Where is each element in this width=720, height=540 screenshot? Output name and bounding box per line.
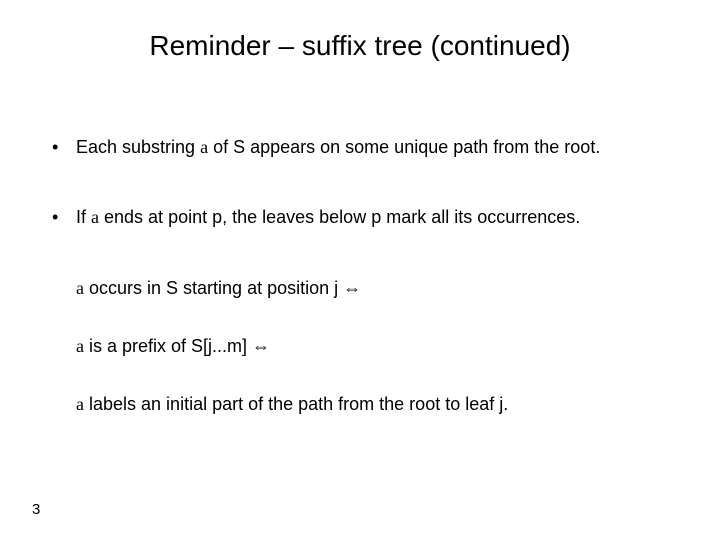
page-number: 3 <box>32 501 40 518</box>
bullet-2-part-b: ends at point p, the leaves below p mark… <box>99 207 580 227</box>
indent-2-text: is a prefix of S[j...m] <box>84 336 252 356</box>
alpha-icon: a <box>76 394 84 414</box>
indent-3-text: labels an initial part of the path from … <box>84 394 508 414</box>
alpha-icon: a <box>76 278 84 298</box>
bullet-dot-icon: • <box>52 135 76 159</box>
alpha-icon: a <box>91 207 99 227</box>
slide: Reminder – suffix tree (continued) • Eac… <box>0 0 720 540</box>
indent-block: a occurs in S starting at position j ⇔ a… <box>52 276 680 417</box>
bullet-2-text: If a ends at point p, the leaves below p… <box>76 205 580 229</box>
indent-line-3: a labels an initial part of the path fro… <box>76 392 680 416</box>
indent-1-text: occurs in S starting at position j <box>84 278 343 298</box>
iff-icon: ⇔ <box>252 336 270 356</box>
bullet-dot-icon: • <box>52 205 76 229</box>
alpha-icon: a <box>200 137 208 157</box>
bullet-2: • If a ends at point p, the leaves below… <box>52 205 680 229</box>
slide-title: Reminder – suffix tree (continued) <box>0 30 720 62</box>
iff-icon: ⇔ <box>343 278 361 298</box>
bullet-1-part-a: Each substring <box>76 137 200 157</box>
bullet-2-part-a: If <box>76 207 91 227</box>
bullet-1: • Each substring a of S appears on some … <box>52 135 680 159</box>
indent-line-1: a occurs in S starting at position j ⇔ <box>76 276 680 300</box>
indent-line-2: a is a prefix of S[j...m] ⇔ <box>76 334 680 358</box>
slide-body: • Each substring a of S appears on some … <box>52 135 680 450</box>
bullet-1-text: Each substring a of S appears on some un… <box>76 135 600 159</box>
alpha-icon: a <box>76 336 84 356</box>
bullet-1-part-b: of S appears on some unique path from th… <box>208 137 600 157</box>
